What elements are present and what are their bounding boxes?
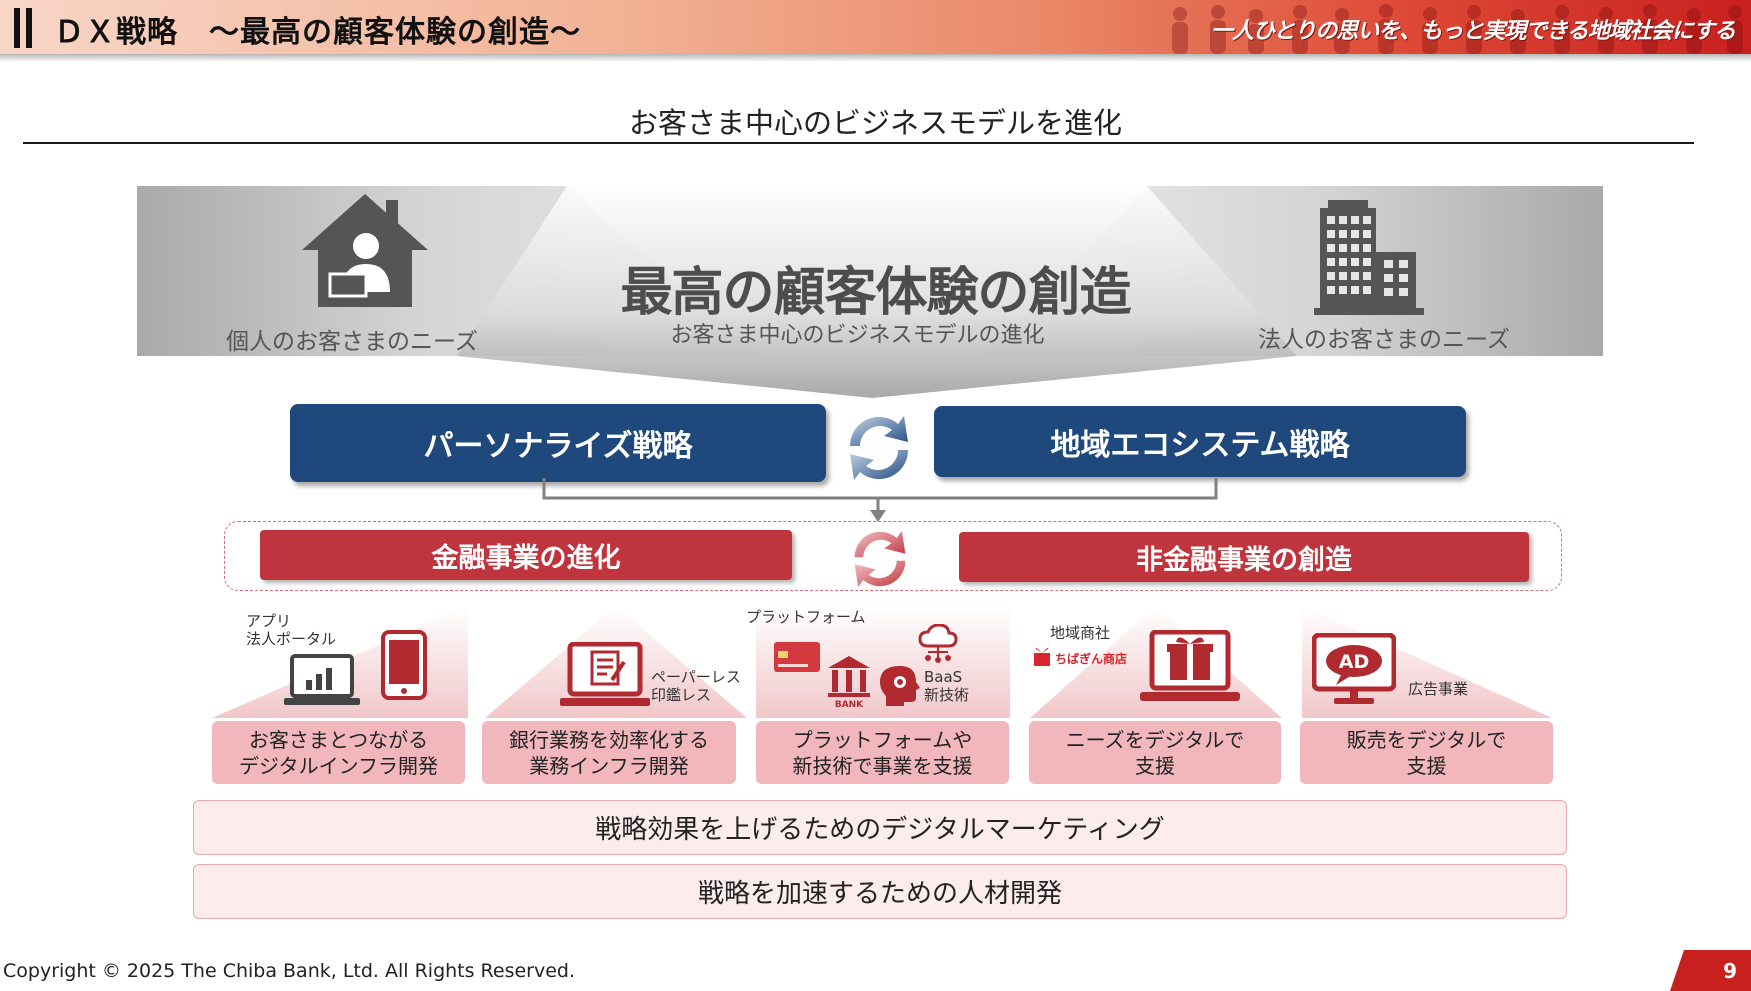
nonfinancial-business-box: 非金融事業の創造 — [959, 532, 1529, 582]
pillar-5-label: 販売をデジタルで 支援 — [1300, 721, 1553, 784]
digital-marketing-bar: 戦略効果を上げるためのデジタルマーケティング — [193, 800, 1567, 855]
financial-business-box: 金融事業の進化 — [260, 530, 792, 580]
section-heading: お客さま中心のビジネスモデルを進化 — [628, 106, 1122, 140]
copyright-notice: Copyright © 2025 The Chiba Bank, Ltd. Al… — [3, 960, 576, 982]
pillar-4-note: 地域商社 — [1050, 624, 1111, 642]
title-mark-bar — [26, 8, 32, 48]
cycle-arrows-icon — [854, 531, 906, 587]
cycle-arrows-icon — [849, 416, 909, 480]
header-slogan: 一人ひとりの思いを、もっと実現できる地域社会にする — [1210, 19, 1736, 44]
pillar-1-note: アプリ 法人ポータル — [246, 612, 337, 648]
pillar-2-label: 銀行業務を効率化する 業務インフラ開発 — [482, 721, 736, 784]
pillar-1-label: お客さまとつながる デジタルインフラ開発 — [212, 721, 465, 784]
pillar-4-label: ニーズをデジタルで 支援 — [1029, 721, 1281, 784]
brain-gear-icon — [880, 666, 920, 706]
personalize-strategy-box: パーソナライズ戦略 — [290, 404, 826, 482]
header-shadow — [0, 54, 1751, 62]
monitor-ad-icon: AD — [1312, 633, 1396, 704]
pillar-5-note: 広告事業 — [1408, 680, 1469, 698]
shop-logo-text: ちばぎん商店 — [1055, 652, 1128, 666]
connector-lines — [542, 478, 1218, 522]
laptop-document-icon — [560, 642, 650, 706]
gift-shop-icon — [1034, 647, 1050, 666]
laptop-gift-icon — [1140, 630, 1240, 701]
page-title: ＤＸ戦略 ～最高の顧客体験の創造～ — [54, 15, 581, 50]
pillar-3-note-2: BaaS 新技術 — [924, 668, 970, 704]
corporate-needs-label: 法人のお客さまのニーズ — [1258, 327, 1510, 353]
individual-needs-label: 個人のお客さまのニーズ — [226, 329, 478, 355]
pillar-3-label: プラットフォームや 新技術で事業を支援 — [756, 721, 1009, 784]
credit-card-icon — [774, 642, 820, 672]
bank-icon: BANK — [828, 656, 870, 708]
title-mark-bar — [14, 8, 20, 48]
laptop-chart-icon — [284, 654, 360, 705]
pillar-2-note: ペーパーレス 印鑑レス — [651, 668, 741, 704]
pillar-3-note: プラットフォーム — [746, 608, 866, 626]
page-number: 9 — [1670, 950, 1751, 991]
section-divider — [23, 142, 1694, 144]
ad-label: AD — [1339, 651, 1369, 673]
cloud-network-icon — [918, 624, 958, 663]
bank-label: BANK — [835, 700, 864, 708]
ecosystem-strategy-box: 地域エコシステム戦略 — [934, 406, 1466, 477]
hr-development-bar: 戦略を加速するための人材開発 — [193, 864, 1567, 919]
banner-title: 最高の顧客体験の創造 — [620, 263, 1131, 323]
smartphone-icon — [381, 630, 427, 700]
